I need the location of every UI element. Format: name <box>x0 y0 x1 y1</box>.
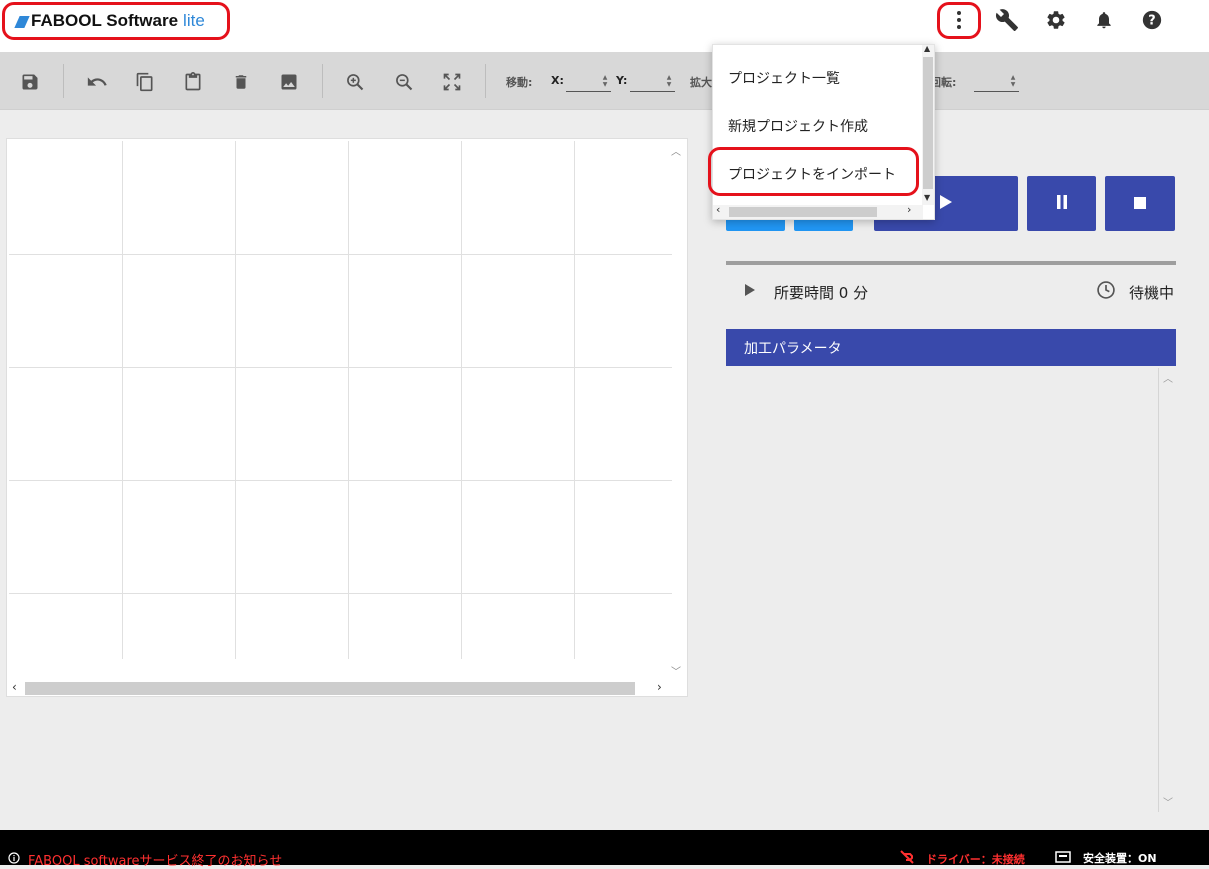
menu-item-new-project[interactable]: 新規プロジェクト作成 <box>728 116 868 136</box>
logo-mark-icon <box>14 15 30 28</box>
y-input[interactable]: ▲ ▼ <box>630 73 675 92</box>
menu-item-project-list[interactable]: プロジェクト一覧 <box>728 68 840 88</box>
menu-scroll-thumb[interactable] <box>923 57 933 189</box>
driver-status: ドライバー：未接続 <box>898 850 1025 867</box>
gear-icon[interactable] <box>1042 6 1070 34</box>
x-spinner[interactable]: ▲ ▼ <box>601 73 609 89</box>
play-icon <box>939 194 953 214</box>
scroll-up-arrow-icon[interactable]: ︿ <box>671 143 681 158</box>
x-label: X: <box>551 74 564 87</box>
status-row: 所要時間 0 分 待機中 <box>726 280 1176 304</box>
more-vert-icon[interactable] <box>945 6 973 34</box>
driver-disconnected-icon <box>898 850 916 867</box>
menu-vertical-scrollbar[interactable]: ▲ ▼ <box>922 45 934 205</box>
save-icon[interactable] <box>16 68 44 96</box>
scroll-up-arrow-icon[interactable]: ▲ <box>924 45 930 53</box>
undo-icon[interactable] <box>83 68 111 96</box>
driver-status-text: ドライバー：未接続 <box>926 852 1025 866</box>
canvas-grid[interactable] <box>9 141 672 659</box>
menu-horizontal-scrollbar[interactable]: ‹ › <box>713 203 923 219</box>
safety-status: 安全装置：ON <box>1055 850 1157 866</box>
fit-screen-icon[interactable] <box>438 68 466 96</box>
image-icon[interactable] <box>275 68 303 96</box>
move-label: 移動: <box>506 76 533 89</box>
status-bar: FABOOL softwareサービス終了のお知らせ ドライバー：未接続 安全装… <box>0 830 1209 869</box>
paste-icon[interactable] <box>179 68 207 96</box>
scroll-up-arrow-icon[interactable]: ︿ <box>1163 370 1173 385</box>
machine-state: 待機中 <box>1129 284 1175 302</box>
zoom-out-icon[interactable] <box>390 68 418 96</box>
menu-hscroll-thumb[interactable] <box>729 207 877 217</box>
params-scrollbar[interactable]: ︿ ﹀ <box>1158 368 1176 812</box>
scroll-down-arrow-icon[interactable]: ﹀ <box>1163 794 1173 809</box>
y-spinner[interactable]: ▲ ▼ <box>665 73 673 89</box>
canvas-horizontal-scrollbar[interactable] <box>25 682 635 695</box>
params-panel-header[interactable]: 加工パラメータ <box>726 329 1176 366</box>
stop-icon <box>1134 194 1146 213</box>
rotate-spinner[interactable]: ▲ ▼ <box>1009 73 1017 89</box>
stop-button[interactable] <box>1105 176 1175 231</box>
zoom-in-icon[interactable] <box>341 68 369 96</box>
import-item-highlight <box>708 147 919 196</box>
pause-button[interactable] <box>1027 176 1096 231</box>
scroll-down-arrow-icon[interactable]: ﹀ <box>671 663 681 678</box>
bell-icon[interactable] <box>1090 6 1118 34</box>
params-panel-title: 加工パラメータ <box>744 340 842 357</box>
wrench-icon[interactable] <box>993 6 1021 34</box>
scroll-left-arrow-icon[interactable]: ‹ <box>716 203 720 216</box>
brand-suffix: lite <box>183 11 205 30</box>
toolbar: 移動: X: ▲ ▼ Y: ▲ ▼ 拡大 回転: ▲ ▼ <box>0 52 1209 110</box>
top-bar: FABOOL Software lite ? <box>0 0 1209 52</box>
toolbar-divider <box>322 64 323 98</box>
scroll-right-arrow-icon[interactable]: › <box>657 680 662 694</box>
scroll-down-arrow-icon[interactable]: ▼ <box>924 193 930 202</box>
brand-logo[interactable]: FABOOL Software lite <box>2 2 230 40</box>
x-input[interactable]: ▲ ▼ <box>566 73 611 92</box>
delete-icon[interactable] <box>227 68 255 96</box>
clock-icon <box>1096 280 1116 304</box>
rotate-input[interactable]: ▲ ▼ <box>974 73 1019 92</box>
service-notice-text: FABOOL softwareサービス終了のお知らせ <box>28 854 283 869</box>
scale-label: 拡大 <box>690 76 712 89</box>
service-notice[interactable]: FABOOL softwareサービス終了のお知らせ <box>8 850 282 869</box>
toolbar-divider <box>485 64 486 98</box>
pause-icon <box>1055 194 1069 214</box>
work-canvas[interactable]: ︿ ﹀ ‹ › <box>6 138 688 697</box>
y-label: Y: <box>616 74 628 87</box>
play-small-icon <box>744 283 756 301</box>
info-icon <box>8 851 20 868</box>
help-icon[interactable]: ? <box>1138 6 1166 34</box>
progress-bar <box>726 261 1176 265</box>
copy-icon[interactable] <box>131 68 159 96</box>
svg-text:?: ? <box>1148 14 1155 29</box>
brand-name: FABOOL Software <box>31 11 179 30</box>
scroll-right-arrow-icon[interactable]: › <box>907 203 911 216</box>
safety-status-text: 安全装置：ON <box>1083 852 1157 865</box>
scroll-left-arrow-icon[interactable]: ‹ <box>12 680 17 694</box>
elapsed-time: 所要時間 0 分 <box>774 284 869 302</box>
toolbar-divider <box>63 64 64 98</box>
safety-device-icon <box>1055 850 1071 866</box>
